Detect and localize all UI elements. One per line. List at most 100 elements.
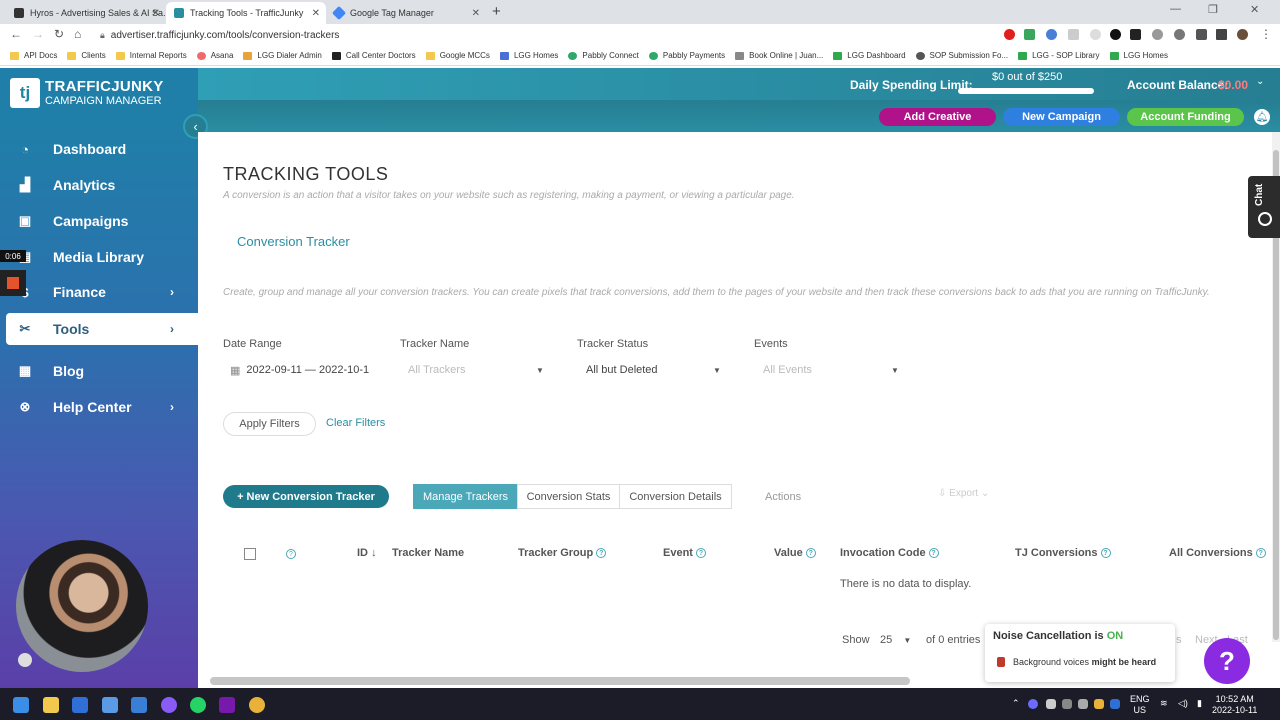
- account-funding-button[interactable]: Account Funding: [1127, 108, 1244, 126]
- profile-avatar[interactable]: [1237, 29, 1248, 40]
- help-icon[interactable]: ?: [286, 549, 296, 559]
- extension-icon[interactable]: [1174, 29, 1185, 40]
- opera-extension-icon[interactable]: [1004, 29, 1015, 40]
- column-id[interactable]: ID ↓: [357, 547, 377, 559]
- bookmark-item[interactable]: LGG Homes: [1109, 51, 1168, 60]
- windows-start-icon[interactable]: [13, 697, 29, 713]
- column-value[interactable]: Value?: [774, 547, 816, 559]
- apply-filters-button[interactable]: Apply Filters: [223, 412, 316, 436]
- help-icon[interactable]: ?: [695, 548, 706, 559]
- tracker-status-select[interactable]: All but Deleted ▼: [586, 362, 726, 378]
- bookmark-item[interactable]: Call Center Doctors: [331, 51, 416, 60]
- extension-icon[interactable]: [1130, 29, 1141, 40]
- language-indicator[interactable]: ENG US: [1130, 694, 1150, 716]
- horizontal-scrollbar[interactable]: [210, 677, 910, 685]
- forward-icon[interactable]: →: [32, 27, 44, 41]
- sidebar-item-analytics[interactable]: ▟ Analytics: [6, 169, 198, 201]
- column-tj-conversions[interactable]: TJ Conversions?: [1015, 547, 1111, 559]
- bookmark-item[interactable]: Pabbly Payments: [648, 51, 725, 60]
- browser-tab-tracking-tools[interactable]: Tracking Tools - TrafficJunky ✕: [166, 2, 326, 24]
- page-size-select[interactable]: 25 ▼: [880, 634, 911, 646]
- export-button[interactable]: ⇩ Export ⌄: [938, 488, 989, 499]
- new-conversion-tracker-button[interactable]: + New Conversion Tracker: [223, 485, 389, 508]
- tab-conversion-stats[interactable]: Conversion Stats: [517, 484, 620, 509]
- bluetooth-icon[interactable]: [1110, 699, 1120, 709]
- column-all-conversions[interactable]: All Conversions?: [1169, 547, 1266, 559]
- tab-manage-trackers[interactable]: Manage Trackers: [413, 484, 518, 509]
- column-invocation-code[interactable]: Invocation Code?: [840, 547, 939, 559]
- clock[interactable]: 10:52 AM 2022-10-11: [1212, 694, 1257, 716]
- browser-tab-hyros[interactable]: Hyros - Advertising Sales & AI Sa... ✕: [6, 2, 166, 24]
- bookmark-item[interactable]: Pabbly Connect: [568, 51, 639, 60]
- tray-app-icon[interactable]: [1046, 699, 1056, 709]
- tray-app-icon[interactable]: [1062, 699, 1072, 709]
- bookmark-item[interactable]: LGG Homes: [499, 51, 558, 60]
- minimize-icon[interactable]: —: [1170, 3, 1181, 15]
- browser-tab-gtm[interactable]: Google Tag Manager ✕: [326, 2, 486, 24]
- sidebar-item-campaigns[interactable]: ▣ Campaigns: [6, 205, 198, 237]
- close-icon[interactable]: ✕: [472, 8, 480, 19]
- bookmark-item[interactable]: Google MCCs: [425, 51, 490, 60]
- onenote-icon[interactable]: [219, 697, 235, 713]
- bookmark-item[interactable]: LGG Dialer Admin: [243, 51, 322, 60]
- home-icon[interactable]: ⌂: [74, 27, 81, 41]
- chevron-down-icon[interactable]: ⌄: [1256, 76, 1264, 87]
- sidebar-item-tools[interactable]: ✂ Tools ›: [6, 313, 198, 345]
- column-event[interactable]: Event?: [663, 547, 706, 559]
- messenger-icon[interactable]: [161, 697, 177, 713]
- bookmark-item[interactable]: Book Online | Juan...: [735, 51, 823, 60]
- tray-app-icon[interactable]: [1078, 699, 1088, 709]
- volume-icon[interactable]: ◁): [1178, 698, 1188, 709]
- extension-icon[interactable]: [1046, 29, 1057, 40]
- sidebar-item-finance[interactable]: $ Finance ›: [6, 276, 198, 308]
- bookmark-item[interactable]: LGG - SOP Library: [1018, 51, 1100, 60]
- close-icon[interactable]: ✕: [312, 8, 320, 19]
- bookmark-item[interactable]: SOP Submission Fo...: [915, 51, 1008, 60]
- help-icon[interactable]: ?: [1255, 548, 1266, 559]
- column-tracker-name[interactable]: Tracker Name: [392, 547, 464, 559]
- chrome-icon[interactable]: [249, 697, 265, 713]
- calendar-app-icon[interactable]: [131, 697, 147, 713]
- tray-app-icon[interactable]: [1028, 699, 1038, 709]
- tray-overflow-icon[interactable]: ⌃: [1012, 698, 1020, 709]
- chat-tab[interactable]: Chat: [1248, 176, 1280, 238]
- tab-conversion-tracker[interactable]: Conversion Tracker: [237, 234, 350, 249]
- reload-icon[interactable]: ↻: [54, 27, 64, 41]
- help-icon[interactable]: ?: [805, 548, 816, 559]
- app-logo[interactable]: tj TRAFFICJUNKY CAMPAIGN MANAGER: [0, 68, 198, 118]
- sidebar-item-blog[interactable]: ▦ Blog: [6, 355, 198, 387]
- new-campaign-button[interactable]: New Campaign: [1003, 108, 1120, 126]
- help-icon[interactable]: ?: [928, 548, 939, 559]
- sheets-extension-icon[interactable]: [1024, 29, 1035, 40]
- notification-bell-icon[interactable]: 🔔︎: [1254, 109, 1270, 125]
- extension-icon[interactable]: [1090, 29, 1101, 40]
- stop-recording-button[interactable]: [0, 270, 26, 296]
- bookmark-item[interactable]: Asana: [196, 51, 233, 60]
- wifi-icon[interactable]: ≋: [1160, 698, 1168, 709]
- tab-conversion-details[interactable]: Conversion Details: [619, 484, 732, 509]
- slack-icon[interactable]: [1094, 699, 1104, 709]
- extension-icon[interactable]: [1152, 29, 1163, 40]
- help-icon[interactable]: ?: [596, 548, 607, 559]
- mail-icon[interactable]: [72, 697, 88, 713]
- bookmark-item[interactable]: Clients: [67, 51, 106, 60]
- sidebar-item-dashboard[interactable]: ◔ Dashboard: [6, 133, 198, 165]
- add-creative-button[interactable]: Add Creative: [879, 108, 996, 126]
- extension-icon[interactable]: [1068, 29, 1079, 40]
- actions-dropdown[interactable]: Actions: [765, 491, 801, 503]
- sidebar-item-media-library[interactable]: ▤ Media Library: [6, 241, 198, 273]
- help-icon[interactable]: ?: [1100, 548, 1111, 559]
- tracker-name-select[interactable]: All Trackers ▼: [408, 362, 548, 378]
- new-tab-button[interactable]: +: [492, 3, 501, 20]
- store-icon[interactable]: [102, 697, 118, 713]
- date-range-picker[interactable]: ▦ 2022-09-11 — 2022-10-1: [230, 362, 380, 378]
- bookmark-item[interactable]: Internal Reports: [115, 51, 187, 60]
- clear-filters-link[interactable]: Clear Filters: [326, 417, 385, 429]
- bookmark-item[interactable]: API Docs: [10, 51, 57, 60]
- help-chat-button[interactable]: ?: [1204, 638, 1250, 684]
- battery-icon[interactable]: ▮: [1197, 698, 1202, 709]
- events-select[interactable]: All Events ▼: [763, 362, 903, 378]
- window-close-icon[interactable]: ✕: [1250, 3, 1259, 16]
- user-icon[interactable]: [18, 653, 32, 667]
- browser-menu-icon[interactable]: ⋮: [1260, 27, 1272, 41]
